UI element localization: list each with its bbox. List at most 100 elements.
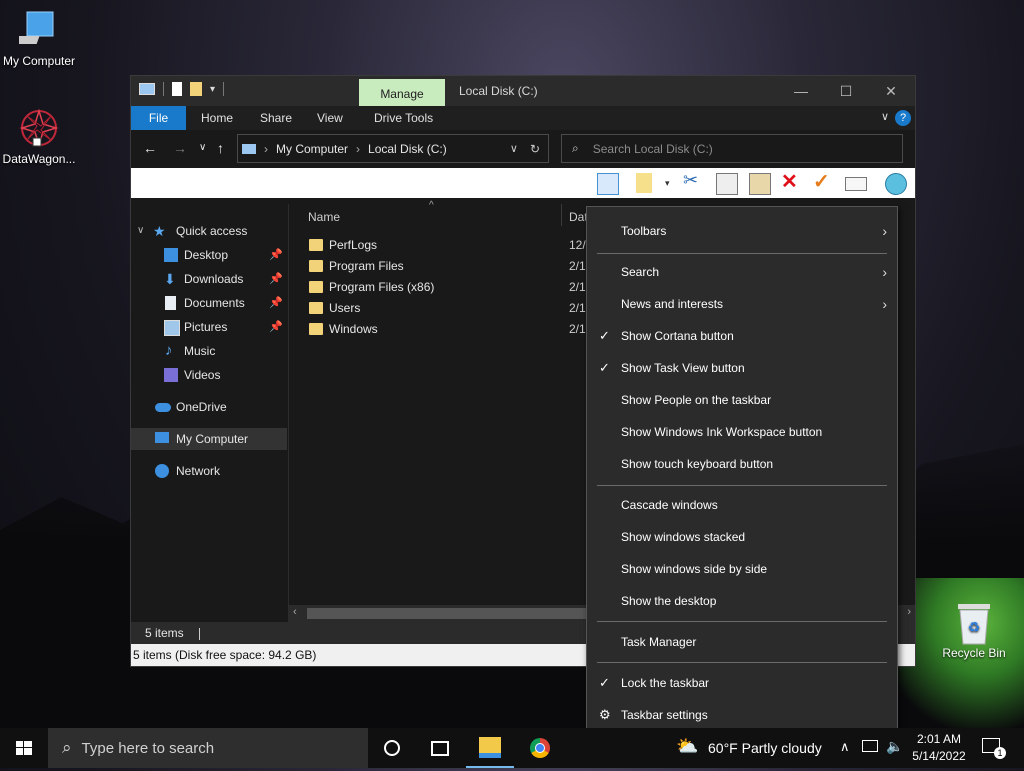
nav-videos[interactable]: Videos	[131, 364, 287, 386]
up-arrow-icon[interactable]: ↑	[217, 140, 224, 156]
nav-my-computer[interactable]: My Computer	[131, 428, 287, 450]
volume-icon[interactable]: 🔈	[886, 738, 903, 755]
breadcrumb-my-computer[interactable]: My Computer	[276, 142, 348, 156]
menu-item-taskbar-settings[interactable]: ⚙ Taskbar settings	[587, 703, 897, 727]
nav-onedrive[interactable]: OneDrive	[131, 396, 287, 418]
menu-item-show-desktop[interactable]: Show the desktop	[587, 589, 897, 613]
nav-pictures[interactable]: Pictures 📌	[131, 316, 287, 338]
file-explorer-taskbar-button[interactable]	[466, 728, 514, 768]
tab-manage[interactable]: Manage	[359, 79, 445, 106]
paste-icon[interactable]	[749, 173, 771, 195]
nav-desktop[interactable]: Desktop 📌	[131, 244, 287, 266]
column-header-date[interactable]: Dat	[569, 210, 588, 224]
taskbar-search-input[interactable]: Type here to search	[82, 740, 215, 757]
tab-home[interactable]: Home	[189, 106, 245, 130]
pin-icon[interactable]: 📌	[269, 292, 283, 314]
back-arrow-icon[interactable]: ←	[143, 140, 157, 156]
chevron-down-icon[interactable]: ▾	[210, 84, 215, 95]
help-icon[interactable]: ?	[895, 110, 911, 126]
search-input[interactable]: Search Local Disk (C:)	[593, 142, 713, 156]
taskbar-search-box[interactable]: ⌕ Type here to search	[48, 728, 368, 768]
folder-icon	[309, 281, 323, 293]
maximize-button[interactable]: ☐	[826, 80, 866, 102]
desktop-icon-recycle-bin[interactable]: ♻ Recycle Bin	[936, 602, 1012, 660]
folder-icon	[309, 323, 323, 335]
menu-item-task-manager[interactable]: Task Manager	[587, 630, 897, 654]
menu-item-search[interactable]: Search ›	[587, 260, 897, 284]
menu-item-show-cortana[interactable]: ✓ Show Cortana button	[587, 324, 897, 348]
menu-item-news-and-interests[interactable]: News and interests ›	[587, 292, 897, 316]
tab-view[interactable]: View	[305, 106, 355, 130]
menu-item-label: Show windows stacked	[621, 530, 746, 544]
preview-pane-icon[interactable]	[597, 173, 619, 195]
drive-icon[interactable]	[139, 83, 155, 95]
chevron-left-icon[interactable]: ‹	[293, 606, 297, 618]
ribbon-tabs: File Home Share View Drive Tools ∨ ?	[131, 106, 915, 130]
chrome-taskbar-button[interactable]	[516, 728, 564, 768]
globe-icon[interactable]	[885, 173, 907, 195]
forward-arrow-icon[interactable]: →	[173, 140, 187, 156]
cut-icon[interactable]: ✂	[683, 170, 703, 190]
scrollbar-thumb[interactable]	[307, 608, 587, 619]
menu-item-label: Show touch keyboard button	[621, 457, 774, 471]
chevron-down-icon[interactable]: ∨	[510, 142, 518, 155]
desktop-icon-datawagon[interactable]: DataWagon...	[1, 108, 77, 166]
start-button[interactable]	[0, 728, 48, 768]
desktop-icon-my-computer[interactable]: My Computer	[1, 10, 77, 68]
chevron-up-icon[interactable]: ∧	[840, 739, 850, 755]
menu-item-show-touch-keyboard[interactable]: Show touch keyboard button	[587, 452, 897, 476]
rename-icon[interactable]	[845, 177, 867, 191]
pin-icon[interactable]: 📌	[269, 268, 283, 290]
nav-downloads[interactable]: ⬇ Downloads 📌	[131, 268, 287, 290]
pin-icon[interactable]: 📌	[269, 316, 283, 338]
chevron-right-icon[interactable]: ›	[907, 606, 911, 618]
menu-item-lock-taskbar[interactable]: ✓ Lock the taskbar	[587, 671, 897, 695]
file-date: 2/1	[569, 280, 586, 294]
tab-drive-tools[interactable]: Drive Tools	[362, 106, 445, 130]
notification-icon[interactable]: 1	[982, 738, 1006, 759]
delete-icon[interactable]: ✕	[781, 169, 801, 193]
column-header-name[interactable]: Name	[308, 210, 340, 224]
menu-item-toolbars[interactable]: Toolbars ›	[587, 219, 897, 243]
notification-badge: 1	[994, 747, 1006, 759]
address-row: ← → ∨ ↑ › My Computer › Local Disk (C:) …	[131, 130, 915, 168]
tab-share[interactable]: Share	[248, 106, 304, 130]
nav-network[interactable]: Network	[131, 460, 287, 482]
ribbon-expand-icon[interactable]: ∨	[881, 110, 889, 123]
nav-music[interactable]: ♪ Music	[131, 340, 287, 362]
cloud-icon	[155, 403, 171, 412]
breadcrumb-local-disk[interactable]: Local Disk (C:)	[368, 142, 447, 156]
menu-item-cascade-windows[interactable]: Cascade windows	[587, 493, 897, 517]
refresh-icon[interactable]: ↻	[530, 142, 540, 156]
network-icon[interactable]	[862, 740, 878, 752]
clock[interactable]: 2:01 AM 5/14/2022	[908, 731, 970, 765]
menu-item-windows-stacked[interactable]: Show windows stacked	[587, 525, 897, 549]
menu-item-show-task-view[interactable]: ✓ Show Task View button	[587, 356, 897, 380]
pin-icon[interactable]: 📌	[269, 244, 283, 266]
new-folder-icon[interactable]	[190, 82, 202, 96]
folder-options-icon[interactable]	[636, 173, 652, 193]
properties-icon[interactable]	[172, 82, 182, 96]
address-bar[interactable]: › My Computer › Local Disk (C:) ∨ ↻	[237, 134, 549, 163]
document-icon	[165, 296, 176, 310]
nav-documents[interactable]: Documents 📌	[131, 292, 287, 314]
nav-quick-access[interactable]: ∨ ★ Quick access	[131, 220, 287, 242]
weather-widget[interactable]: 60°F Partly cloudy	[708, 728, 822, 768]
tab-file[interactable]: File	[131, 106, 186, 130]
column-divider[interactable]	[561, 204, 562, 226]
chevron-down-icon[interactable]: ▾	[665, 178, 685, 198]
menu-item-show-people[interactable]: Show People on the taskbar	[587, 388, 897, 412]
menu-item-show-ink-workspace[interactable]: Show Windows Ink Workspace button	[587, 420, 897, 444]
cortana-button[interactable]	[368, 728, 416, 768]
checkmark-icon[interactable]: ✓	[813, 169, 833, 193]
chevron-down-icon[interactable]: ∨	[137, 220, 144, 242]
recent-locations-icon[interactable]: ∨	[199, 142, 206, 153]
partly-cloudy-icon[interactable]: ⛅	[676, 736, 698, 757]
minimize-button[interactable]: —	[781, 80, 821, 102]
close-button[interactable]: ✕	[871, 80, 911, 102]
copy-icon[interactable]	[716, 173, 738, 195]
menu-item-side-by-side[interactable]: Show windows side by side	[587, 557, 897, 581]
task-view-button[interactable]	[416, 728, 464, 768]
search-box[interactable]: ⌕ Search Local Disk (C:)	[561, 134, 903, 163]
menu-item-label: Show Task View button	[621, 361, 745, 375]
